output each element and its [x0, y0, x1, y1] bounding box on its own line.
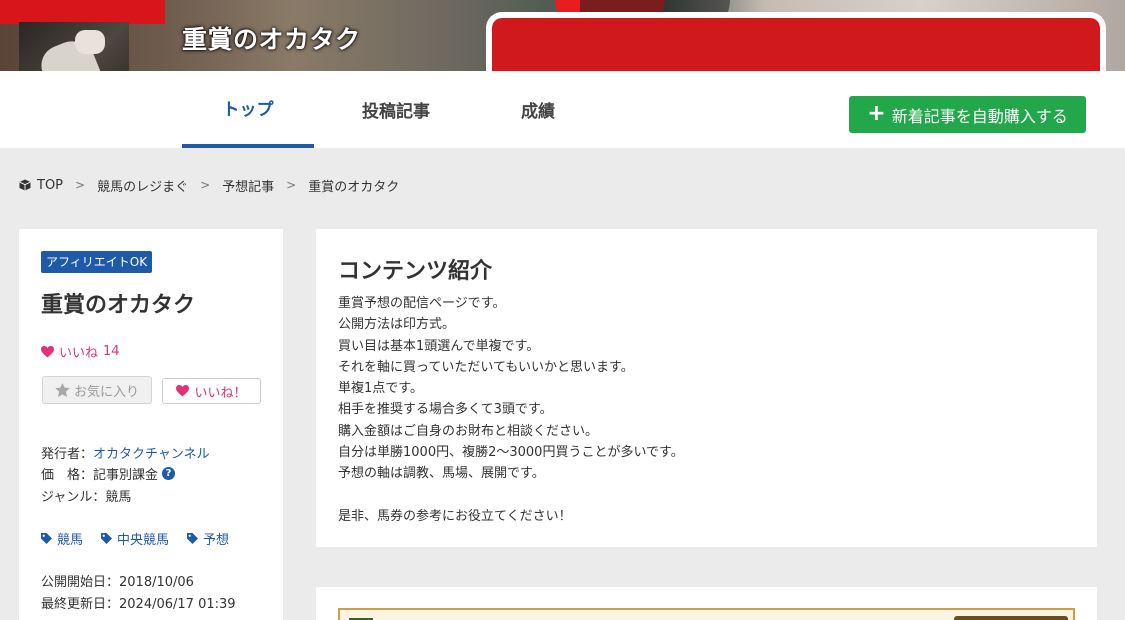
- chevron-right-icon: >: [75, 178, 86, 192]
- article-banner[interactable]: [338, 608, 1075, 620]
- tag-item[interactable]: 予想: [187, 529, 229, 548]
- publisher-link[interactable]: オカタクチャンネル: [93, 443, 210, 462]
- like-count-value: 14: [103, 344, 120, 359]
- tag-item[interactable]: 競馬: [41, 529, 83, 548]
- banner-graphic: [486, 12, 1106, 71]
- breadcrumb-site[interactable]: 競馬のレジまぐ: [97, 176, 188, 195]
- banner-graphic: [0, 0, 165, 24]
- price-value: 記事別課金: [93, 468, 159, 483]
- like-button-label: いいね！: [194, 385, 247, 401]
- nav-bar: トップ 投稿記事 成績 + 新着記事を自動購入する: [0, 71, 1125, 148]
- channel-info-card: アフィリエイトOK 重賞のオカタク いいね 14 お気に入り いいね！ 発行者：…: [19, 229, 283, 620]
- description-line: 相手を推奨する場合多くて3頭です。: [338, 402, 553, 418]
- content-heading: コンテンツ紹介: [338, 259, 493, 284]
- tab-posts[interactable]: 投稿記事: [330, 71, 462, 148]
- content-intro-card: コンテンツ紹介 重賞予想の配信ページです。 公開方法は印方式。 買い目は基本1頭…: [316, 229, 1097, 547]
- plus-icon: +: [867, 100, 886, 126]
- description-line: 自分は単勝1000円、複勝2～3000円買うことが多いです。: [338, 445, 684, 461]
- description-line: 公開方法は印方式。: [338, 317, 456, 333]
- tag-list: 競馬 中央競馬 予想: [41, 529, 229, 548]
- description-line: 是非、馬券の参考にお役立てください！: [338, 508, 572, 524]
- article-card: [316, 587, 1097, 620]
- breadcrumb-top[interactable]: TOP: [37, 178, 63, 193]
- cube-icon: [19, 179, 31, 191]
- tag-icon: [187, 533, 199, 544]
- chevron-right-icon: >: [286, 178, 297, 192]
- description-line: 買い目は基本1頭選んで単複です。: [338, 338, 540, 354]
- heart-icon: [176, 385, 190, 397]
- auto-purchase-button[interactable]: + 新着記事を自動購入する: [849, 96, 1086, 133]
- tag-item[interactable]: 中央競馬: [101, 529, 169, 548]
- start-date: 公開開始日：2018/10/06: [41, 575, 194, 590]
- auto-purchase-label: 新着記事を自動購入する: [891, 106, 1068, 126]
- content-description: 重賞予想の配信ページです。 公開方法は印方式。 買い目は基本1頭選んで単複です。…: [338, 293, 1078, 527]
- favorite-button-label: お気に入り: [73, 384, 139, 400]
- price-row: 価 格： 記事別課金 ?: [41, 464, 176, 483]
- like-button[interactable]: いいね！: [162, 378, 261, 404]
- article-button[interactable]: [954, 616, 1068, 620]
- description-line: 単複1点です。: [338, 381, 423, 397]
- description-line: [338, 485, 1078, 506]
- tab-results[interactable]: 成績: [472, 71, 604, 148]
- like-count: いいね 14: [41, 342, 120, 361]
- banner-title: 重賞のオカタク: [182, 25, 361, 54]
- publisher-row: 発行者： オカタクチャンネル: [41, 443, 210, 462]
- chevron-right-icon: >: [200, 178, 211, 192]
- genre-value: 競馬: [105, 490, 132, 505]
- tag-icon: [101, 533, 113, 544]
- tag-icon: [41, 533, 52, 544]
- description-line: 重賞予想の配信ページです。: [338, 296, 506, 311]
- genre-row: ジャンル： 競馬: [41, 486, 131, 505]
- affiliate-badge: アフィリエイトOK: [41, 251, 153, 273]
- description-line: 予想の軸は調教、馬場、展開です。: [338, 466, 545, 482]
- breadcrumb-category[interactable]: 予想記事: [222, 176, 274, 195]
- description-line: それを軸に買っていただいてもいいかと思います。: [338, 359, 634, 375]
- heart-icon: [41, 345, 54, 357]
- like-count-label: いいね: [59, 346, 99, 361]
- star-icon: [55, 383, 70, 397]
- description-line: 購入金額はご自身のお財布と相談ください。: [338, 423, 599, 439]
- favorite-button[interactable]: お気に入り: [42, 376, 152, 404]
- help-icon[interactable]: ?: [162, 467, 176, 480]
- tab-top[interactable]: トップ: [182, 71, 314, 148]
- channel-title: 重賞のオカタク: [41, 293, 196, 318]
- header-banner: 重賞のオカタク: [0, 0, 1125, 71]
- updated-date: 最終更新日：2024/06/17 01:39: [41, 597, 236, 612]
- breadcrumb-current: 重賞のオカタク: [308, 179, 400, 195]
- breadcrumb: TOP > 競馬のレジまぐ > 予想記事 > 重賞のオカタク: [19, 176, 400, 195]
